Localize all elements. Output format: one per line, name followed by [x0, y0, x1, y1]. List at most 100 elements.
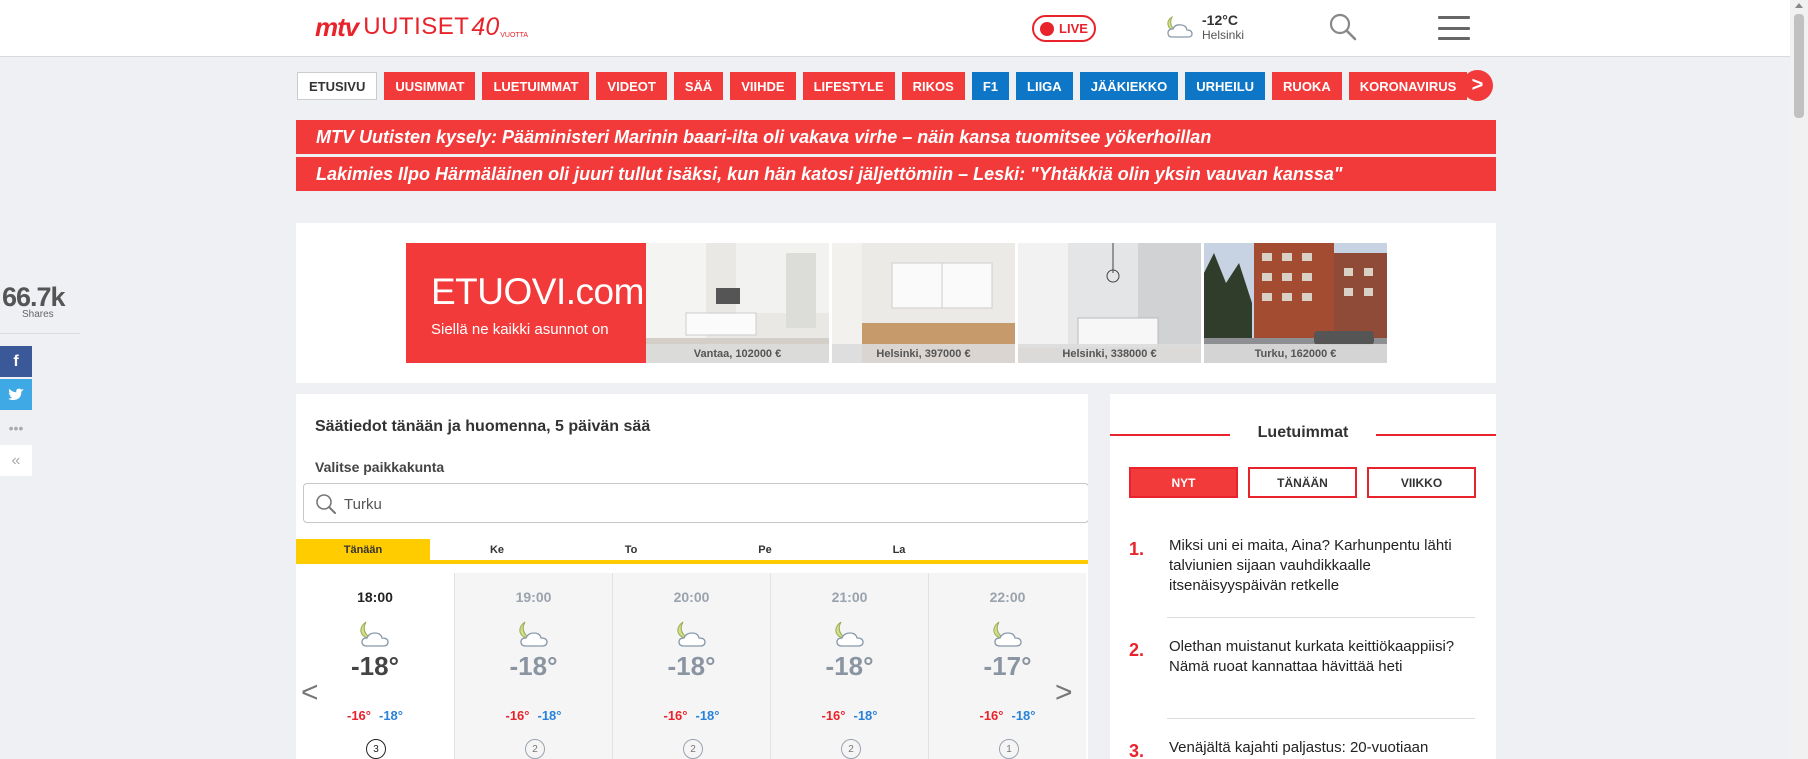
- header-temperature: -12°C: [1202, 12, 1238, 28]
- moon-cloud-icon: [516, 619, 552, 654]
- logo-badge-sub: VUOTTA: [500, 32, 529, 39]
- temp-low: -18°: [695, 708, 720, 723]
- tab-today[interactable]: TÄNÄÄN: [1248, 467, 1357, 498]
- listing-caption: Turku, 162000 €: [1204, 344, 1387, 363]
- temp-low: -18°: [853, 708, 878, 723]
- nav-tab[interactable]: RIKOS: [901, 72, 965, 100]
- nav-tab[interactable]: KORONAVIRUS: [1348, 72, 1468, 100]
- tab-week[interactable]: VIIKKO: [1367, 467, 1476, 498]
- tab-now[interactable]: NYT: [1129, 467, 1238, 498]
- scrollbar-thumb[interactable]: [1794, 14, 1804, 118]
- location-search-field[interactable]: [303, 483, 1088, 523]
- nav-tab[interactable]: RUOKA: [1272, 72, 1342, 100]
- page-scrollbar[interactable]: [1790, 0, 1808, 759]
- temp-low: -18°: [537, 708, 562, 723]
- logo-name: UUTISET: [363, 13, 470, 40]
- item-number: 1.: [1129, 539, 1145, 559]
- item-title[interactable]: Miksi uni ei maita, Aina? Karhunpentu lä…: [1169, 536, 1475, 596]
- day-tab[interactable]: La: [832, 539, 966, 560]
- site-header: mtv UUTISET 40 VUOTTA LIVE -12°C Helsink…: [0, 0, 1790, 57]
- twitter-share-button[interactable]: [0, 379, 32, 410]
- moon-cloud-icon: [1167, 15, 1193, 38]
- nav-tab[interactable]: LUETUIMMAT: [482, 72, 590, 100]
- temp-range: -16° -18°: [929, 708, 1086, 723]
- etuovi-banner[interactable]: ETUOVI.com Siellä ne kaikki asunnot on: [406, 243, 646, 363]
- forecast-next-button[interactable]: >: [1055, 676, 1073, 710]
- header-weather-text: -12°C Helsinki: [1202, 12, 1244, 42]
- site-logo[interactable]: mtv UUTISET 40 VUOTTA: [315, 12, 529, 42]
- advertisement[interactable]: ETUOVI.com Siellä ne kaikki asunnot on V…: [296, 223, 1496, 383]
- nav-tab[interactable]: VIDEOT: [596, 72, 667, 100]
- hour-temperature: -18°: [509, 651, 558, 681]
- day-tab[interactable]: Tänään: [296, 539, 430, 560]
- share-label: Shares: [22, 309, 54, 320]
- list-item[interactable]: 2. Olethan muistanut kurkata keittiökaap…: [1129, 637, 1475, 697]
- ad-listing[interactable]: Helsinki, 338000 €: [1018, 243, 1201, 363]
- nav-tab[interactable]: LIFESTYLE: [802, 72, 895, 100]
- forecast-prev-button[interactable]: <: [301, 676, 319, 710]
- nav-tab[interactable]: LIIGA: [1016, 72, 1073, 100]
- ad-brand: ETUOVI.com: [431, 271, 644, 313]
- temp-low: -18°: [379, 708, 403, 723]
- hour-time: 19:00: [515, 589, 552, 605]
- item-number: 3.: [1129, 741, 1145, 759]
- hour-temperature: -18°: [351, 651, 399, 681]
- hourly-forecast: 18:00 -18° -16° -18° 3 19:00 -18° -16° -18° 2 20:0…: [296, 573, 1088, 759]
- ad-tagline: Siellä ne kaikki asunnot on: [431, 321, 609, 338]
- header-weather[interactable]: -12°C Helsinki: [1164, 12, 1244, 42]
- header-city: Helsinki: [1202, 28, 1245, 42]
- hamburger-menu-icon[interactable]: [1438, 16, 1470, 40]
- nav-tab[interactable]: SÄÄ: [673, 72, 724, 100]
- listing-caption: Helsinki, 397000 €: [832, 344, 1015, 363]
- ad-listing[interactable]: Helsinki, 397000 €: [832, 243, 1015, 363]
- logo-badge: 40: [471, 13, 500, 41]
- live-button[interactable]: LIVE: [1032, 15, 1096, 42]
- temp-high: -16°: [663, 708, 688, 723]
- breaking-news-link[interactable]: MTV Uutisten kysely: Pääministeri Marini…: [296, 120, 1496, 154]
- day-tab[interactable]: Pe: [698, 539, 832, 560]
- collapse-share-button[interactable]: «: [0, 445, 32, 476]
- weather-title: Säätiedot tänään ja huomenna, 5 päivän s…: [315, 418, 651, 435]
- wind-speed-icon: 2: [841, 739, 861, 759]
- most-read-title-text: Luetuimmat: [1249, 424, 1357, 441]
- most-read-title: Luetuimmat: [1110, 424, 1496, 442]
- search-button[interactable]: [1328, 12, 1358, 47]
- logo-brand: mtv: [315, 12, 359, 42]
- nav-tab[interactable]: F1: [971, 72, 1010, 100]
- ad-listing[interactable]: Turku, 162000 €: [1204, 243, 1387, 363]
- temp-range: -16° -18°: [296, 708, 454, 723]
- nav-next-button[interactable]: >: [1462, 70, 1493, 101]
- list-item[interactable]: 1. Miksi uni ei maita, Aina? Karhunpentu…: [1129, 536, 1475, 596]
- breaking-news-link[interactable]: Lakimies Ilpo Härmäläinen oli juuri tull…: [296, 157, 1496, 191]
- nav-tab[interactable]: ETUSIVU: [297, 72, 378, 100]
- nav-tab[interactable]: UUSIMMAT: [384, 72, 476, 100]
- wind-speed-icon: 3: [366, 739, 386, 759]
- hour-forecast[interactable]: 19:00 -18° -16° -18° 2: [454, 573, 612, 759]
- divider: [1167, 617, 1475, 618]
- scroll-up-icon[interactable]: [1795, 3, 1803, 8]
- nav-tab[interactable]: URHEILU: [1185, 72, 1266, 100]
- wind-speed-icon: 2: [683, 739, 703, 759]
- day-tab[interactable]: To: [564, 539, 698, 560]
- facebook-icon: f: [13, 352, 19, 370]
- nav-tab[interactable]: JÄÄKIEKKO: [1079, 72, 1179, 100]
- item-title[interactable]: Venäjältä kajahti paljastus: 20-vuotiaan: [1169, 738, 1475, 758]
- item-title[interactable]: Olethan muistanut kurkata keittiökaappii…: [1169, 637, 1475, 677]
- hour-forecast[interactable]: 21:00 -18° -16° -18° 2: [770, 573, 928, 759]
- day-tab[interactable]: Ke: [430, 539, 564, 560]
- more-share-button[interactable]: •••: [0, 412, 32, 443]
- temp-high: -16°: [505, 708, 530, 723]
- ad-listing[interactable]: Vantaa, 102000 €: [646, 243, 829, 363]
- hour-forecast[interactable]: 20:00 -18° -16° -18° 2: [612, 573, 770, 759]
- wind-speed-icon: 2: [525, 739, 545, 759]
- list-item[interactable]: 3. Venäjältä kajahti paljastus: 20-vuoti…: [1129, 738, 1475, 759]
- hour-temperature: -18°: [825, 651, 874, 681]
- weather-widget: Säätiedot tänään ja huomenna, 5 päivän s…: [296, 394, 1088, 759]
- hour-forecast[interactable]: 18:00 -18° -16° -18° 3: [296, 573, 454, 759]
- moon-cloud-icon: [832, 619, 868, 654]
- location-search-input[interactable]: [344, 492, 944, 516]
- nav-tab[interactable]: VIIHDE: [730, 72, 796, 100]
- hour-time: 21:00: [831, 589, 868, 605]
- facebook-share-button[interactable]: f: [0, 346, 32, 377]
- hour-forecast[interactable]: 22:00 -17° -16° -18° 1: [928, 573, 1086, 759]
